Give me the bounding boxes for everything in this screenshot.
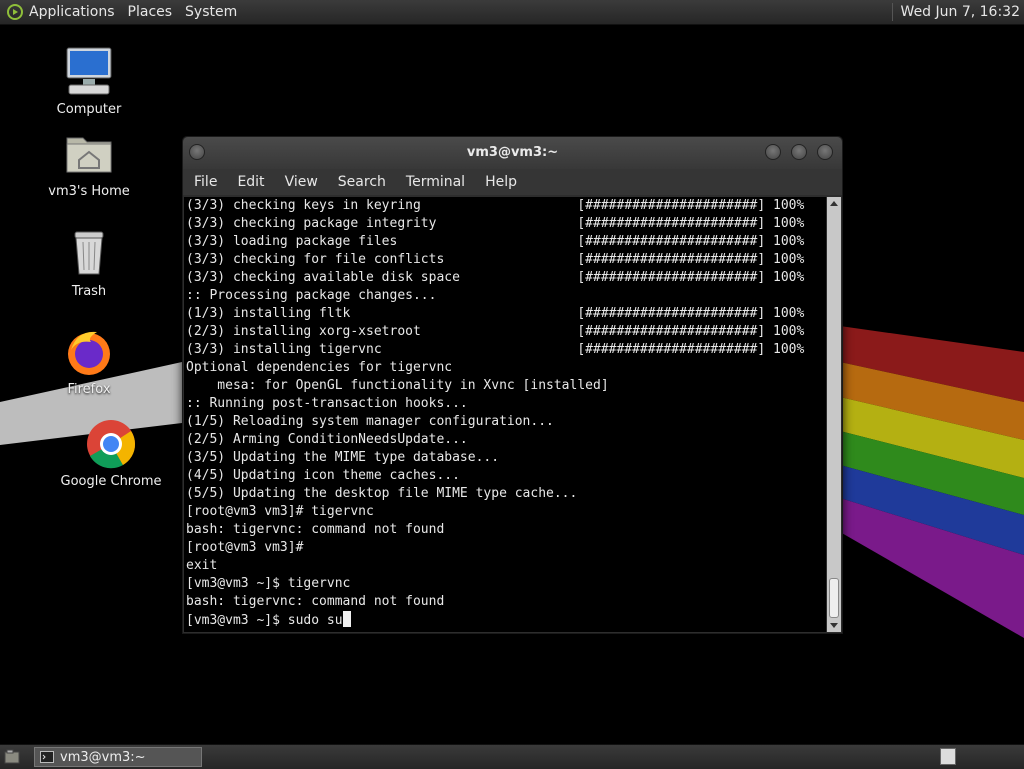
- terminal-line: [root@vm3 vm3]# tigervnc: [186, 504, 374, 519]
- terminal-line: :: Processing package changes...: [186, 288, 437, 303]
- desktop-icon-trash[interactable]: Trash: [34, 228, 144, 299]
- menu-applications[interactable]: Applications: [29, 4, 115, 20]
- show-desktop-icon[interactable]: [4, 749, 20, 765]
- terminal-icon: [40, 751, 54, 763]
- workspace-switcher[interactable]: [940, 748, 956, 765]
- menu-view[interactable]: View: [275, 174, 328, 190]
- menu-edit[interactable]: Edit: [227, 174, 274, 190]
- terminal-scrollbar[interactable]: [827, 197, 841, 632]
- terminal-line: mesa: for OpenGL functionality in Xvnc […: [186, 378, 609, 393]
- desktop-icon-label: vm3's Home: [48, 184, 130, 199]
- terminal-line: (2/3) installing xorg-xsetroot [########…: [186, 324, 805, 339]
- terminal-line: (3/3) loading package files [###########…: [186, 234, 805, 249]
- desktop-icon-label: Firefox: [67, 382, 111, 397]
- minimize-button[interactable]: [765, 144, 781, 160]
- desktop-icon-home[interactable]: vm3's Home: [34, 128, 144, 199]
- terminal-line: Optional dependencies for tigervnc: [186, 360, 453, 375]
- scrollbar-thumb[interactable]: [829, 578, 839, 618]
- terminal-window[interactable]: vm3@vm3:~ File Edit View Search Terminal…: [182, 136, 843, 634]
- bottom-panel: vm3@vm3:~: [0, 744, 1024, 769]
- terminal-line: (3/5) Updating the MIME type database...: [186, 450, 500, 465]
- terminal-line: [vm3@vm3 ~]$ tigervnc: [186, 576, 351, 591]
- distro-logo-icon[interactable]: [7, 4, 23, 20]
- terminal-output[interactable]: (3/3) checking keys in keyring [########…: [184, 197, 826, 632]
- terminal-line: [root@vm3 vm3]#: [186, 540, 304, 555]
- desktop-icon-label: Google Chrome: [60, 474, 162, 489]
- window-titlebar[interactable]: vm3@vm3:~: [183, 137, 842, 169]
- menu-search[interactable]: Search: [328, 174, 396, 190]
- terminal-line: (3/3) checking package integrity [######…: [186, 216, 805, 231]
- terminal-prompt-line[interactable]: [vm3@vm3 ~]$ sudo su: [184, 611, 826, 629]
- window-title: vm3@vm3:~: [466, 145, 559, 160]
- terminal-line: :: Running post-transaction hooks...: [186, 396, 468, 411]
- desktop-icon-chrome[interactable]: Google Chrome: [56, 418, 166, 489]
- menu-system[interactable]: System: [185, 4, 237, 20]
- clock[interactable]: Wed Jun 7, 16:32: [901, 4, 1020, 20]
- panel-separator: [891, 3, 893, 21]
- home-folder-icon: [63, 128, 115, 180]
- terminal-line: (3/3) installing tigervnc [#############…: [186, 342, 805, 357]
- chrome-icon: [85, 418, 137, 470]
- text-cursor: [342, 611, 351, 627]
- menu-help[interactable]: Help: [475, 174, 527, 190]
- desktop-icon-firefox[interactable]: Firefox: [34, 326, 144, 397]
- terminal-line: (4/5) Updating icon theme caches...: [186, 468, 460, 483]
- menu-places[interactable]: Places: [128, 4, 173, 20]
- maximize-button[interactable]: [791, 144, 807, 160]
- top-panel: Applications Places System Wed Jun 7, 16…: [0, 0, 1024, 25]
- terminal-line: (2/5) Arming ConditionNeedsUpdate...: [186, 432, 468, 447]
- computer-icon: [63, 46, 115, 98]
- desktop-icon-computer[interactable]: Computer: [34, 46, 144, 117]
- terminal-line: exit: [186, 558, 218, 573]
- menu-file[interactable]: File: [183, 174, 227, 190]
- scroll-down-arrow-icon[interactable]: [830, 623, 838, 628]
- taskbar-window-label: vm3@vm3:~: [60, 749, 146, 765]
- terminal-line: (3/3) checking keys in keyring [########…: [186, 198, 805, 213]
- firefox-icon: [63, 326, 115, 378]
- taskbar-window-button[interactable]: vm3@vm3:~: [34, 747, 202, 767]
- terminal-menubar: File Edit View Search Terminal Help: [183, 169, 842, 195]
- terminal-line: (3/3) checking available disk space [###…: [186, 270, 805, 285]
- terminal-prompt: [vm3@vm3 ~]$ sudo su: [186, 613, 343, 628]
- desktop-icon-label: Computer: [56, 102, 122, 117]
- desktop-icon-label: Trash: [71, 284, 107, 299]
- scroll-up-arrow-icon[interactable]: [830, 201, 838, 206]
- terminal-line: (3/3) checking for file conflicts [#####…: [186, 252, 805, 267]
- terminal-line: bash: tigervnc: command not found: [186, 594, 445, 609]
- menu-terminal[interactable]: Terminal: [396, 174, 475, 190]
- terminal-line: (5/5) Updating the desktop file MIME typ…: [186, 486, 578, 501]
- trash-icon: [63, 228, 115, 280]
- terminal-line: (1/3) installing fltk [#################…: [186, 306, 805, 321]
- terminal-line: (1/5) Reloading system manager configura…: [186, 414, 554, 429]
- terminal-line: bash: tigervnc: command not found: [186, 522, 445, 537]
- close-button[interactable]: [817, 144, 833, 160]
